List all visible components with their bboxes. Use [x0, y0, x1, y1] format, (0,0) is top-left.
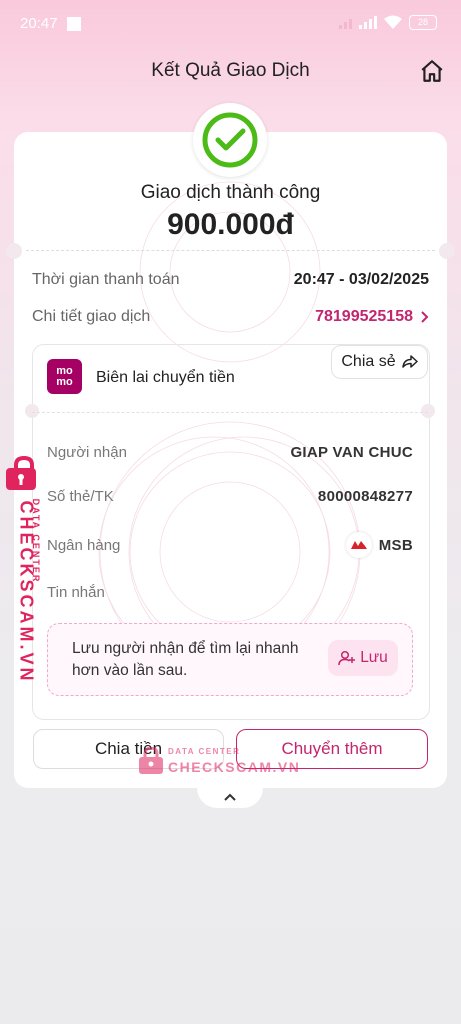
- watermark-center: DATA CENTER CHECKSCAM.VN: [138, 745, 301, 781]
- message-label: Tin nhắn: [47, 584, 105, 601]
- account-label: Số thẻ/TK: [47, 488, 114, 505]
- padlock-icon: [139, 747, 163, 774]
- home-icon[interactable]: [419, 58, 445, 84]
- receipt-notch-left: [25, 404, 39, 418]
- watermark-side: CHECKSCAM.VN DATA CENTER: [4, 456, 48, 684]
- wifi-icon: [384, 15, 402, 29]
- transaction-id: 78199525158: [315, 308, 413, 325]
- padlock-icon: [6, 456, 36, 490]
- success-badge: [193, 103, 267, 177]
- transaction-status: Giao dịch thành công: [140, 182, 321, 203]
- chevron-right-icon: [421, 311, 429, 323]
- add-user-icon: [338, 650, 356, 666]
- signal-icon: [339, 16, 377, 29]
- momo-logo-text-bottom: mo: [56, 375, 73, 388]
- status-icons: 28: [339, 14, 437, 30]
- save-recipient-box: Lưu người nhận để tìm lại nhanh hơn vào …: [47, 623, 413, 696]
- page-title: Kết Quả Giao Dịch: [151, 60, 310, 81]
- save-label: Lưu: [360, 649, 388, 666]
- share-label: Chia sẻ: [341, 353, 396, 370]
- watermark-sub: DATA CENTER: [31, 498, 41, 584]
- expand-handle[interactable]: [197, 788, 263, 808]
- bank-value: MSB: [378, 537, 413, 554]
- watermark-center-sub: DATA CENTER: [168, 747, 241, 756]
- receipt-title: Biên lai chuyển tiền: [96, 369, 235, 386]
- transaction-detail-label: Chi tiết giao dịch: [32, 308, 151, 325]
- battery-level: 28: [417, 17, 428, 27]
- check-circle-icon: [202, 112, 258, 168]
- save-recipient-hint: Lưu người nhận để tìm lại nhanh hơn vào …: [72, 640, 299, 679]
- chevron-up-icon: [224, 793, 236, 801]
- battery-icon: 28: [409, 14, 437, 30]
- card-notch-left: [6, 243, 22, 259]
- divider: [26, 250, 435, 251]
- app-header: Kết Quả Giao Dịch: [0, 50, 461, 90]
- share-button[interactable]: Chia sẻ: [331, 345, 428, 379]
- status-bar: 20:47 28: [0, 0, 461, 46]
- transaction-amount: 900.000đ: [167, 208, 294, 241]
- watermark-center-brand: CHECKSCAM.VN: [168, 759, 301, 775]
- msb-bank-icon: [346, 532, 372, 558]
- recipient-value: GIAP VAN CHUC: [290, 444, 413, 461]
- receipt-divider: [32, 412, 428, 413]
- card-notch-right: [439, 243, 455, 259]
- momo-logo: mo mo: [47, 359, 82, 394]
- transaction-detail-link[interactable]: 78199525158: [315, 308, 429, 326]
- recipient-label: Người nhận: [47, 444, 127, 461]
- payment-time-label: Thời gian thanh toán: [32, 271, 180, 288]
- momo-logo-text-top: mo: [56, 364, 73, 377]
- payment-time-value: 20:47 - 03/02/2025: [293, 271, 429, 288]
- save-recipient-button[interactable]: Lưu: [328, 640, 398, 676]
- notification-icon: [67, 17, 81, 31]
- account-value: 80000848277: [317, 488, 413, 505]
- receipt-notch-right: [421, 404, 435, 418]
- status-time: 20:47: [20, 15, 58, 32]
- bank-label: Ngân hàng: [47, 537, 121, 554]
- share-arrow-icon: [401, 355, 418, 368]
